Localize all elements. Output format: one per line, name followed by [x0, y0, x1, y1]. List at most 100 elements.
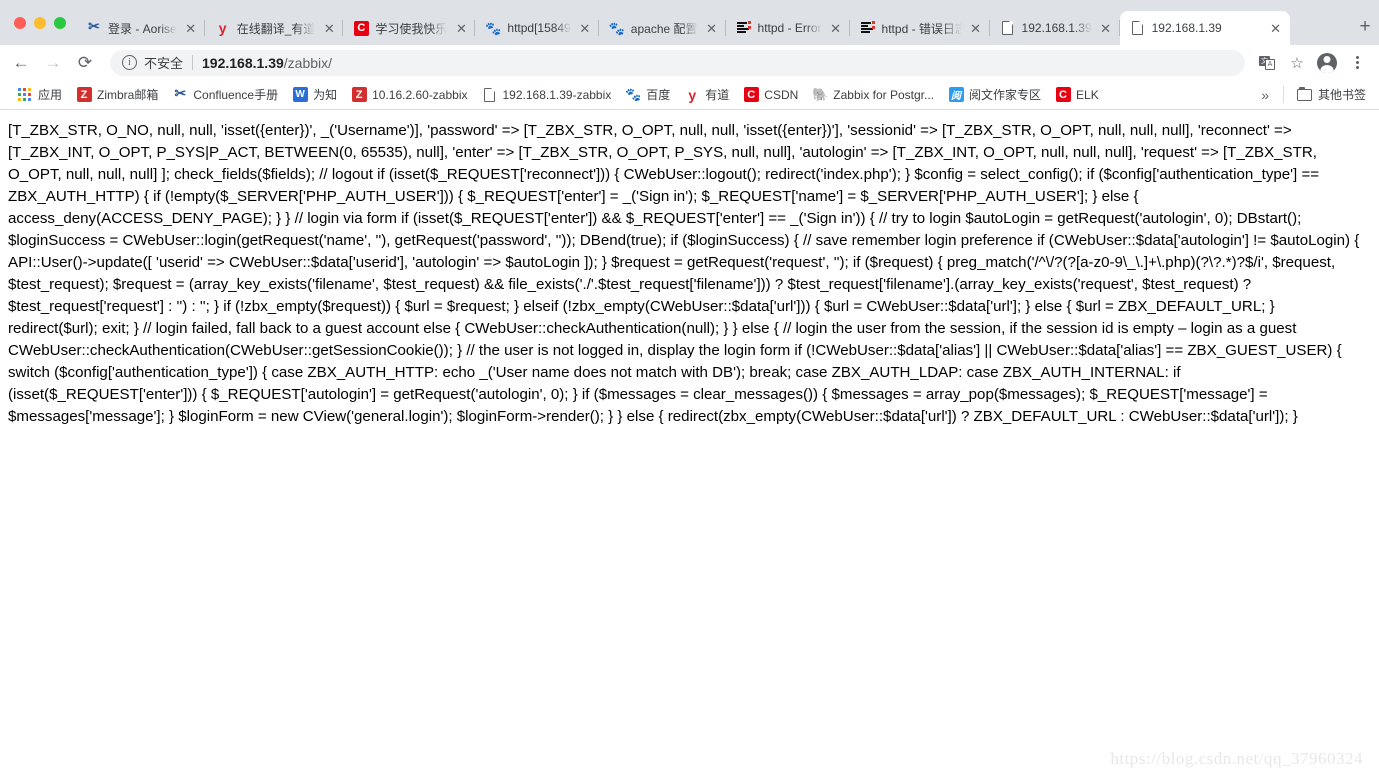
logs-icon	[736, 20, 752, 36]
minimize-window-button[interactable]	[34, 16, 46, 29]
bookmark-item[interactable]: 阅阅文作家专区	[941, 83, 1048, 106]
baidu-paw-icon: 🐾	[608, 20, 625, 36]
bookmark-apps[interactable]: 应用	[10, 83, 69, 106]
bookmark-apps-label: 应用	[38, 88, 63, 102]
tab-title: 登录 - Aorise	[108, 21, 177, 36]
browser-tab[interactable]: 🐾 httpd[15849 ✕	[475, 11, 600, 45]
address-bar[interactable]: i 不安全 192.168.1.39/zabbix/	[110, 49, 1245, 76]
raw-php-source-text: [T_ZBX_STR, O_NO, null, null, 'isset({en…	[8, 122, 1360, 425]
tab-close-icon[interactable]: ✕	[704, 20, 720, 36]
page-icon	[1002, 21, 1014, 35]
browser-tab[interactable]: y 在线翻译_有道 ✕	[205, 11, 344, 45]
bookmark-item-label: 为知	[313, 88, 338, 102]
bookmark-item-label: Confluence手册	[193, 88, 279, 102]
bookmark-item-label: 有道	[705, 88, 730, 102]
bookmarks-overflow-button[interactable]: »	[1253, 84, 1277, 106]
reload-button[interactable]: ⟳	[70, 48, 100, 78]
bookmarks-overflow: » 其他书签	[1253, 83, 1373, 106]
scissors-icon: ✂	[174, 87, 187, 102]
close-window-button[interactable]	[14, 16, 26, 29]
maximize-window-button[interactable]	[54, 16, 66, 29]
csdn-icon: C	[353, 20, 369, 36]
tab-title: 192.168.1.39	[1151, 21, 1222, 35]
translate-icon[interactable]: 文 A	[1253, 49, 1281, 77]
csdn-icon: C	[353, 20, 369, 36]
logs-icon	[860, 20, 876, 36]
tab-title: apache 配置	[630, 21, 698, 36]
logs-icon	[736, 21, 751, 35]
tab-close-icon[interactable]: ✕	[1098, 20, 1114, 36]
bookmark-item[interactable]: 🐾 百度	[618, 83, 677, 106]
omnibox-divider	[192, 55, 194, 70]
page-icon	[1132, 21, 1144, 35]
wiz-icon: W	[292, 87, 308, 102]
bookmark-item[interactable]: Z 10.16.2.60-zabbix	[344, 84, 474, 106]
youdao-icon: y	[688, 86, 697, 103]
bookmarks-divider	[1282, 86, 1284, 103]
tab-title: 192.168.1.39	[1021, 21, 1092, 35]
chrome-menu-icon[interactable]	[1343, 49, 1371, 77]
bookmark-star-icon[interactable]: ☆	[1283, 49, 1311, 77]
translate-target-glyph: A	[1265, 58, 1275, 70]
url-path: /zabbix/	[283, 54, 333, 71]
browser-tab[interactable]: 🐾 apache 配置 ✕	[599, 11, 726, 45]
tab-close-icon[interactable]: ✕	[321, 20, 337, 36]
url-text: 192.168.1.39/zabbix/	[202, 55, 332, 71]
tab-close-icon[interactable]: ✕	[828, 20, 844, 36]
bookmark-item-label: Zabbix for Postgr...	[833, 87, 935, 102]
bookmark-item[interactable]: Z Zimbra邮箱	[69, 83, 165, 106]
bookmark-item-label: 192.168.1.39-zabbix	[502, 87, 612, 102]
tab-title: 在线翻译_有道	[236, 21, 316, 36]
tab-close-icon[interactable]: ✕	[453, 20, 469, 36]
back-button[interactable]: ←	[6, 48, 36, 78]
new-tab-button[interactable]: +	[1351, 13, 1379, 41]
baidu-paw-icon: 🐾	[485, 20, 502, 36]
security-status-label: 不安全	[144, 56, 184, 71]
bookmark-item-label: 百度	[646, 88, 671, 102]
bookmark-other-bookmarks[interactable]: 其他书签	[1290, 83, 1373, 106]
browser-tab[interactable]: 192.168.1.39 ✕	[990, 11, 1120, 45]
scissors-icon: ✂	[88, 20, 100, 35]
profile-avatar-icon[interactable]	[1313, 49, 1341, 77]
tab-close-icon[interactable]: ✕	[1268, 20, 1284, 36]
bookmark-item-label: CSDN	[764, 87, 799, 102]
apps-grid-icon	[17, 87, 33, 103]
scissors-icon: ✂	[86, 20, 102, 36]
youdao-icon: y	[215, 20, 231, 36]
baidu-paw-icon: 🐾	[485, 20, 501, 36]
browser-tab[interactable]: httpd - Error ✕	[726, 11, 850, 45]
tab-close-icon[interactable]: ✕	[968, 20, 984, 36]
bookmark-item[interactable]: C ELK	[1048, 84, 1106, 106]
bookmark-other-bookmarks-label: 其他书签	[1317, 88, 1366, 102]
bookmark-item-label: Zimbra邮箱	[97, 88, 159, 102]
info-icon[interactable]: i	[122, 55, 137, 70]
browser-toolbar: ← → ⟳ i 不安全 192.168.1.39/zabbix/ 文 A ☆	[0, 45, 1379, 80]
bookmark-item-label: 阅文作家专区	[969, 88, 1042, 102]
folder-icon	[1297, 86, 1313, 103]
watermark-text: https://blog.csdn.net/qq_37960324	[1110, 749, 1363, 768]
tab-close-icon[interactable]: ✕	[577, 20, 593, 36]
youdao-icon: y	[218, 20, 227, 36]
bookmark-item[interactable]: W 为知	[285, 83, 344, 106]
bookmark-item[interactable]: 192.168.1.39-zabbix	[475, 84, 619, 106]
bookmark-item[interactable]: C CSDN	[736, 84, 805, 106]
bookmark-item[interactable]: 🐘 Zabbix for Postgr...	[805, 84, 941, 106]
bookmark-item-label: 10.16.2.60-zabbix	[372, 87, 468, 102]
page-icon	[484, 87, 495, 102]
bookmark-item[interactable]: ✂ Confluence手册	[165, 83, 285, 106]
forward-button[interactable]: →	[38, 48, 68, 78]
tab-close-icon[interactable]: ✕	[183, 20, 199, 36]
tab-title: httpd[15849	[507, 21, 571, 35]
bookmark-item[interactable]: y 有道	[677, 83, 736, 106]
page-icon	[1130, 20, 1146, 36]
browser-tab[interactable]: C 学习使我快乐 ✕	[343, 11, 476, 45]
yuewen-icon: 阅	[948, 87, 964, 102]
browser-tab[interactable]: 192.168.1.39 ✕	[1119, 11, 1290, 45]
tab-title: 学习使我快乐	[375, 21, 448, 36]
browser-tab[interactable]: httpd - 错误日志 ✕	[850, 11, 990, 45]
zimbra-icon: Z	[76, 87, 92, 102]
baidu-paw-icon: 🐾	[625, 86, 642, 102]
bookmarks-bar: 应用 Z Zimbra邮箱 ✂ Confluence手册 W 为知 Z 10.16.2.60-…	[0, 80, 1379, 110]
browser-window: ✂ 登录 - Aorise ✕ y 在线翻译_有道 ✕ C 学习使我快乐 ✕ 🐾 httpd[158…	[0, 0, 1379, 783]
browser-tab[interactable]: ✂ 登录 - Aorise ✕	[76, 11, 205, 45]
